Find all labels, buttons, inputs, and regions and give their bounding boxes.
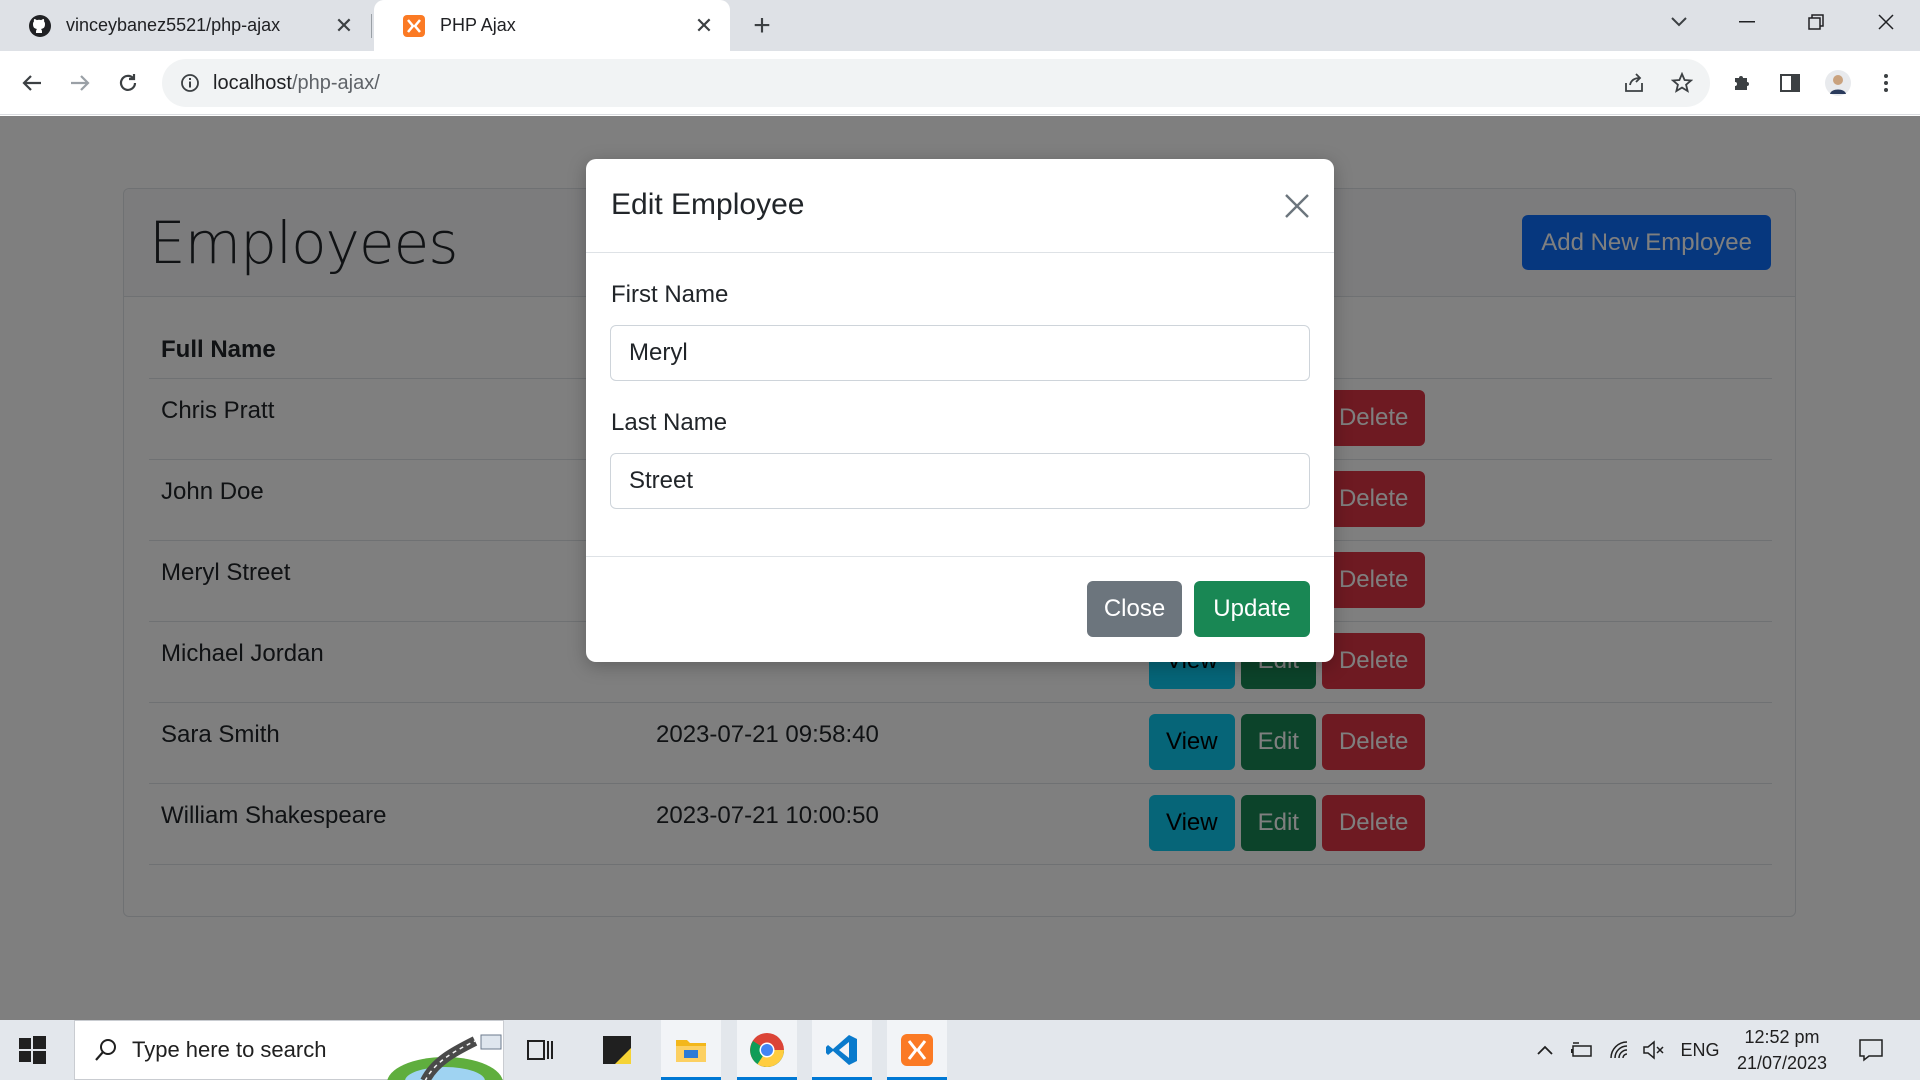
site-info-icon[interactable] — [178, 71, 202, 95]
browser-toolbar: localhost/php-ajax/ — [0, 51, 1920, 115]
tab-label: PHP Ajax — [440, 15, 516, 35]
vscode-icon[interactable] — [812, 1020, 872, 1080]
task-view-icon[interactable] — [510, 1020, 570, 1080]
forward-arrow-icon[interactable] — [62, 65, 98, 101]
battery-icon[interactable] — [1569, 1038, 1595, 1062]
tab-divider — [371, 14, 372, 38]
windows-start-icon[interactable] — [18, 1036, 46, 1064]
github-icon — [28, 14, 52, 38]
tray-overflow-chevron-icon[interactable] — [1533, 1038, 1557, 1062]
reload-icon[interactable] — [110, 65, 146, 101]
first-name-label: First Name — [611, 281, 729, 308]
tab-github[interactable]: vinceybanez5521/php-ajax ✕ — [0, 0, 370, 51]
new-tab-button[interactable]: + — [744, 8, 780, 44]
tab-label: vinceybanez5521/php-ajax — [66, 15, 281, 35]
sticky-notes-icon[interactable] — [587, 1020, 647, 1080]
modal-footer: Close Update — [586, 556, 1334, 662]
close-button[interactable]: Close — [1087, 581, 1182, 637]
tab-php-ajax[interactable]: PHP Ajax ✕ — [374, 0, 730, 51]
taskbar-search-box[interactable]: Type here to search — [74, 1020, 504, 1080]
restore-icon[interactable] — [1792, 0, 1840, 44]
last-name-label: Last Name — [611, 409, 728, 436]
clock-date: 21/07/2023 — [1736, 1053, 1828, 1073]
search-highlight-illustration — [385, 1021, 503, 1080]
system-clock[interactable]: 12:52 pm 21/07/2023 — [1730, 1024, 1834, 1076]
search-placeholder: Type here to search — [132, 1037, 327, 1062]
close-tab-icon[interactable]: ✕ — [330, 12, 358, 40]
last-name-input[interactable] — [610, 453, 1310, 509]
chrome-icon[interactable] — [737, 1020, 797, 1080]
bookmark-star-icon[interactable] — [1670, 71, 1694, 95]
browser-tab-strip: vinceybanez5521/php-ajax ✕ PHP Ajax ✕ + — [0, 0, 1920, 51]
url-path: /php-ajax/ — [291, 72, 380, 94]
clock-time: 12:52 pm — [1744, 1027, 1820, 1047]
modal-header: Edit Employee — [586, 159, 1334, 253]
url-host: localhost — [213, 72, 292, 94]
profile-avatar[interactable] — [1824, 69, 1852, 97]
xampp-icon — [402, 14, 426, 38]
close-icon[interactable] — [1280, 189, 1314, 223]
edit-employee-modal: Edit Employee First Name Last Name Close… — [586, 159, 1334, 662]
back-arrow-icon[interactable] — [14, 65, 50, 101]
file-explorer-icon[interactable] — [661, 1020, 721, 1080]
first-name-input[interactable] — [610, 325, 1310, 381]
volume-muted-icon[interactable] — [1641, 1038, 1667, 1062]
update-button[interactable]: Update — [1194, 581, 1310, 637]
search-icon — [93, 1037, 121, 1065]
browser-menu-icon[interactable] — [1872, 69, 1900, 97]
wifi-icon[interactable] — [1607, 1038, 1633, 1062]
extensions-puzzle-icon[interactable] — [1728, 69, 1756, 97]
url-text: localhost/php-ajax/ — [213, 72, 380, 95]
window-close-icon[interactable] — [1862, 0, 1910, 44]
share-icon[interactable] — [1622, 71, 1646, 95]
side-panel-icon[interactable] — [1776, 69, 1804, 97]
minimize-icon[interactable] — [1723, 0, 1771, 44]
xampp-control-icon[interactable] — [887, 1020, 947, 1080]
address-bar[interactable]: localhost/php-ajax/ — [162, 59, 1710, 107]
input-language-indicator[interactable]: ENG — [1680, 1038, 1720, 1062]
modal-title: Edit Employee — [611, 188, 805, 221]
close-tab-icon[interactable]: ✕ — [690, 12, 718, 40]
tab-search-chevron-icon[interactable] — [1655, 0, 1703, 44]
notifications-icon[interactable] — [1854, 1038, 1888, 1062]
windows-taskbar: Type here to search ENG 12:52 pm 21/07/2… — [0, 1020, 1920, 1080]
